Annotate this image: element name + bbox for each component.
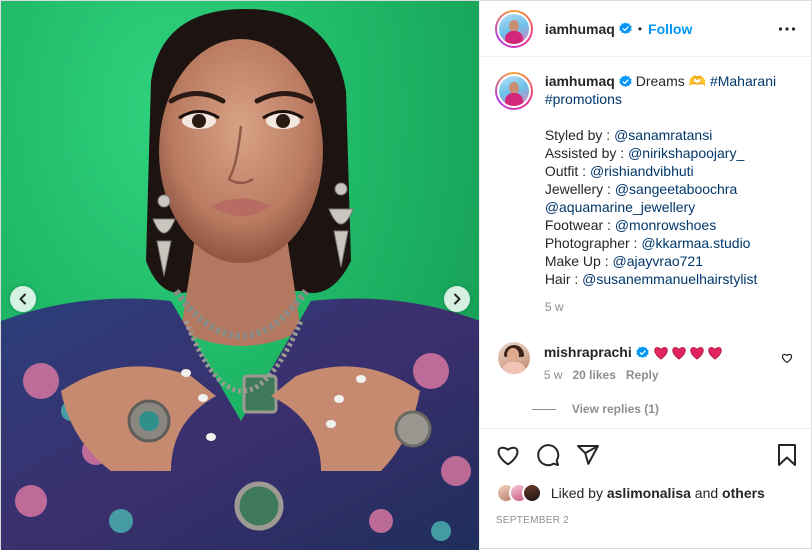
post-actions: Liked by aslimonalisa and others SEPTEMB… (479, 428, 812, 526)
post-dialog: iamhumaq • Follow iamhumaq Dreams 🫶 #Mah… (0, 0, 812, 550)
verified-badge-icon (636, 345, 649, 358)
credit-line: Make Up : @ajayvrao721 (544, 253, 704, 269)
bookmark-icon (777, 444, 796, 466)
red-heart-icon (654, 346, 668, 360)
author-username[interactable]: iamhumaq (545, 21, 615, 37)
previous-image-button[interactable] (10, 286, 36, 312)
comment-button[interactable] (536, 435, 576, 475)
heart-icon (497, 446, 519, 466)
comment-hearts (653, 345, 723, 360)
credit-line: Jewellery : @sangeetaboochra (544, 181, 738, 197)
save-button[interactable] (769, 435, 797, 475)
verified-badge-icon (619, 22, 632, 35)
share-button[interactable] (576, 435, 616, 475)
caption-text: iamhumaq Dreams 🫶 #Maharani #promotions … (545, 72, 795, 316)
view-replies-line (531, 408, 556, 410)
caption-avatar[interactable] (494, 72, 533, 110)
mention-link[interactable]: @susanemmanuelhairstylist (582, 271, 757, 287)
mention-link[interactable]: @kkarmaa.studio (641, 235, 750, 251)
follow-button[interactable]: Follow (648, 21, 692, 37)
comment: mishraprachi 5 w 20 likes Reply (495, 342, 797, 382)
post-header: iamhumaq • Follow (479, 1, 812, 57)
credit-line: Photographer : @kkarmaa.studio (544, 235, 751, 251)
comments-section[interactable]: iamhumaq Dreams 🫶 #Maharani #promotions … (480, 58, 812, 428)
red-heart-icon (672, 346, 686, 360)
comment-meta: 5 w 20 likes Reply (544, 368, 723, 382)
reply-button[interactable]: Reply (626, 368, 659, 382)
next-image-button[interactable] (444, 286, 470, 312)
liker-username[interactable]: aslimonalisa (607, 485, 691, 501)
like-button[interactable] (496, 435, 536, 475)
caption-timestamp[interactable]: 5 w (545, 298, 795, 316)
caption: iamhumaq Dreams 🫶 #Maharani #promotions … (494, 72, 797, 316)
mention-link[interactable]: @aquamarine_jewellery (545, 199, 695, 215)
mention-link[interactable]: @nirikshapoojary_ (628, 145, 744, 161)
credit-line: Styled by : @sanamratansi (544, 127, 713, 143)
comment-timestamp[interactable]: 5 w (544, 368, 563, 382)
liker-avatars[interactable] (495, 483, 542, 503)
mention-link[interactable]: @rishiandvibhuti (590, 163, 694, 179)
red-heart-icon (708, 346, 722, 360)
mention-link[interactable]: @sangeetaboochra (615, 181, 737, 197)
credit-line: Hair : @susanemmanuelhairstylist (544, 271, 758, 287)
post-media[interactable] (1, 1, 479, 550)
share-icon (576, 445, 599, 465)
hashtag-link[interactable]: #promotions (545, 91, 622, 107)
more-options-icon[interactable] (777, 19, 797, 39)
comment-likes[interactable]: 20 likes (573, 368, 616, 382)
commenter-username[interactable]: mishraprachi (544, 342, 632, 362)
credit-line: @aquamarine_jewellery (545, 198, 795, 216)
likes-others-link[interactable]: others (722, 485, 765, 501)
credit-line: Assisted by : @nirikshapoojary_ (544, 145, 745, 161)
chevron-right-icon (454, 293, 461, 305)
comment-icon (537, 444, 560, 467)
hashtag-link[interactable]: #Maharani (710, 73, 776, 89)
verified-badge-icon (619, 75, 632, 88)
mention-link[interactable]: @monrowshoes (615, 217, 716, 233)
header-separator: • (637, 21, 643, 36)
post-side-panel: iamhumaq • Follow iamhumaq Dreams 🫶 #Mah… (478, 1, 812, 550)
red-heart-icon (690, 346, 704, 360)
post-photo (1, 8, 479, 550)
credit-line: Footwear : @monrowshoes (544, 217, 717, 233)
credit-line: Outfit : @rishiandvibhuti (544, 163, 694, 179)
chevron-left-icon (19, 293, 26, 305)
view-replies-button[interactable]: View replies (1) (531, 402, 797, 416)
post-date[interactable]: SEPTEMBER 2 (496, 515, 797, 526)
caption-username[interactable]: iamhumaq (545, 73, 615, 89)
liked-by: Liked by aslimonalisa and others (495, 483, 797, 503)
mention-link[interactable]: @sanamratansi (614, 127, 712, 143)
like-comment-heart-icon[interactable] (781, 352, 793, 364)
author-avatar[interactable] (494, 9, 533, 48)
commenter-avatar[interactable] (497, 342, 530, 374)
caption-first-text: Dreams 🫶 (635, 73, 707, 89)
mention-link[interactable]: @ajayvrao721 (613, 253, 704, 269)
